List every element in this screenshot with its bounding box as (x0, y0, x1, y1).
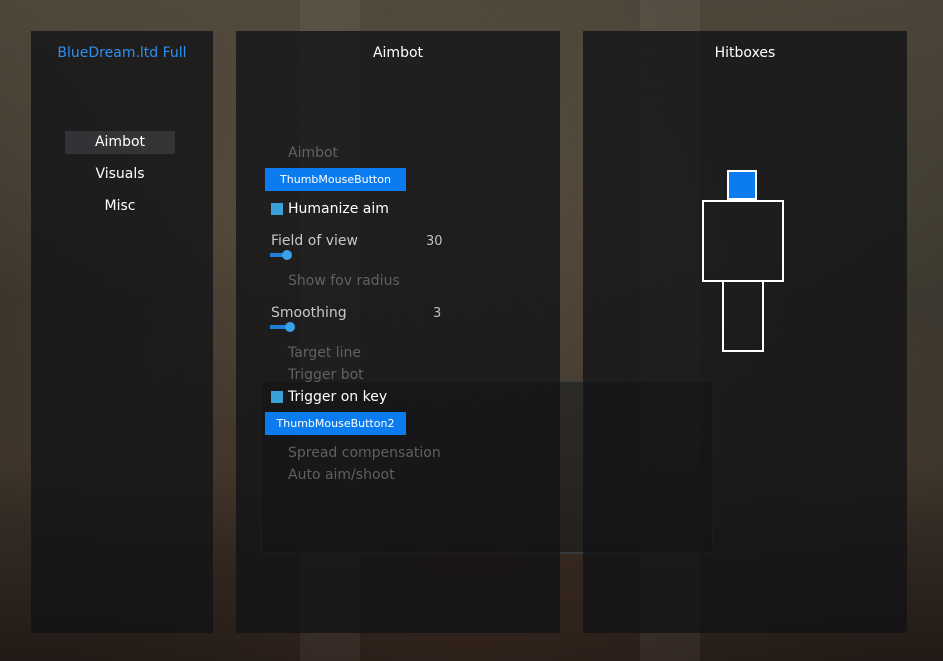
humanize-aim-checkbox[interactable] (271, 203, 283, 215)
hitbox-head[interactable] (727, 170, 757, 200)
smoothing-value: 3 (433, 306, 442, 321)
trigger-on-key-checkbox[interactable] (271, 391, 283, 403)
aimbot-panel-title: Aimbot (372, 45, 424, 61)
nav-item-aimbot[interactable]: Aimbot (65, 131, 175, 154)
trigger-key-button[interactable]: ThumbMouseButton2 (265, 412, 406, 435)
auto-aim-shoot-toggle[interactable]: Auto aim/shoot (288, 467, 395, 483)
nav-item-visuals[interactable]: Visuals (65, 163, 175, 186)
aim-key-button[interactable]: ThumbMouseButton (265, 168, 406, 191)
nav-item-misc[interactable]: Misc (65, 195, 175, 218)
navigation-panel: BlueDream.ltd Full Aimbot Visuals Misc (31, 31, 213, 633)
trigger-on-key-label: Trigger on key (288, 389, 388, 405)
fov-label: Field of view (271, 233, 358, 249)
target-line-toggle[interactable]: Target line (288, 345, 361, 361)
hitboxes-panel-title: Hitboxes (714, 45, 776, 61)
aimbot-settings-panel: Aimbot (236, 31, 560, 633)
fov-value: 30 (426, 234, 443, 249)
smoothing-slider-handle[interactable] (285, 322, 295, 332)
hitbox-legs[interactable] (722, 280, 764, 352)
brand-title: BlueDream.ltd Full (57, 45, 187, 61)
hitbox-body[interactable] (702, 200, 784, 282)
aimbot-toggle[interactable]: Aimbot (288, 145, 338, 161)
humanize-aim-label: Humanize aim (288, 201, 389, 217)
spread-compensation-toggle[interactable]: Spread compensation (288, 445, 441, 461)
smoothing-label: Smoothing (271, 305, 347, 321)
trigger-bot-toggle[interactable]: Trigger bot (288, 367, 364, 383)
fov-slider-handle[interactable] (282, 250, 292, 260)
show-fov-radius-toggle[interactable]: Show fov radius (288, 273, 400, 289)
